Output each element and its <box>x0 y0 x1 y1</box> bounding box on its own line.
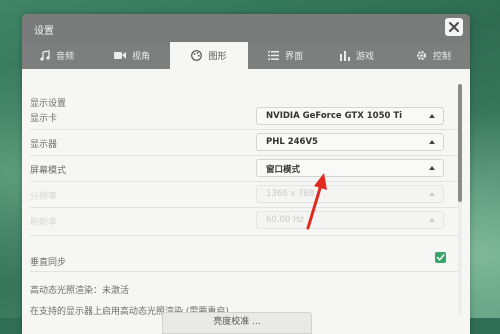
annotation-arrow <box>306 173 327 230</box>
